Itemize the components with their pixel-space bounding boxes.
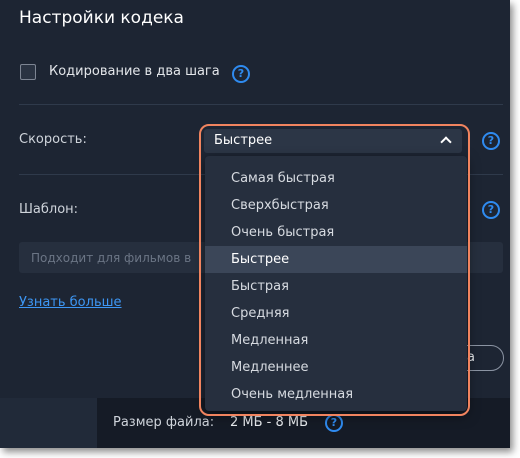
dialog-title: Настройки кодека	[19, 8, 184, 28]
file-size-value: 2 МБ - 8 МБ	[230, 415, 309, 430]
speed-option[interactable]: Медленнее	[205, 354, 467, 381]
action-button-label: а	[467, 350, 475, 365]
speed-option[interactable]: Быстрая	[205, 273, 467, 300]
speed-option[interactable]: Средняя	[205, 300, 467, 327]
speed-dropdown-list: Самая быстрая Сверхбыстрая Очень быстрая…	[205, 156, 467, 411]
chevron-up-icon	[440, 136, 452, 148]
two-pass-label[interactable]: Кодирование в два шага	[49, 64, 220, 79]
divider	[19, 104, 503, 105]
footer-left-panel	[0, 398, 97, 448]
file-size-label: Размер файла:	[113, 415, 215, 430]
speed-option-selected[interactable]: Быстрее	[205, 246, 467, 273]
file-size-help-icon[interactable]: ?	[325, 414, 343, 432]
speed-option[interactable]: Очень быстрая	[205, 219, 467, 246]
speed-option[interactable]: Самая быстрая	[205, 165, 467, 192]
template-description-text: Подходит для фильмов в	[31, 251, 192, 265]
codec-settings-dialog: Настройки кодека Кодирование в два шага …	[0, 0, 510, 448]
template-label: Шаблон:	[19, 202, 79, 217]
speed-help-icon[interactable]: ?	[482, 132, 500, 150]
two-pass-help-icon[interactable]: ?	[232, 65, 250, 83]
speed-option[interactable]: Сверхбыстрая	[205, 192, 467, 219]
learn-more-link[interactable]: Узнать больше	[19, 295, 122, 310]
speed-option[interactable]: Медленная	[205, 327, 467, 354]
speed-label: Скорость:	[19, 132, 87, 147]
speed-option[interactable]: Очень медленная	[205, 381, 467, 408]
speed-select[interactable]: Быстрее	[204, 129, 462, 153]
two-pass-checkbox[interactable]	[20, 64, 36, 80]
speed-select-value: Быстрее	[214, 133, 273, 148]
template-help-icon[interactable]: ?	[482, 201, 500, 219]
